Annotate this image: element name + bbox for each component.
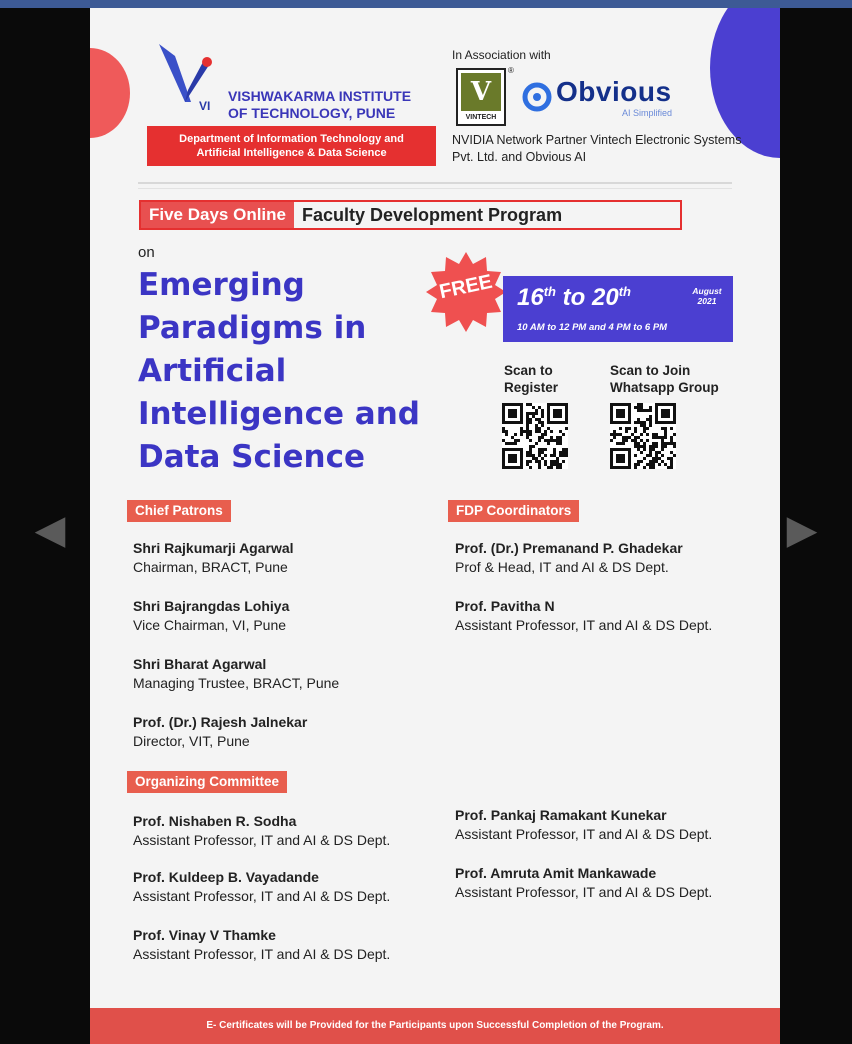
patron-entry: Shri Bharat Agarwal Managing Trustee, BRA… [133,656,340,691]
department-banner: Department of Information Technology and… [147,126,436,166]
date-month-year: August 2021 [692,286,722,306]
event-poster: VI VISHWAKARMA INSTITUTE OF TECHNOLOGY, … [90,8,780,1044]
online-label: Five Days Online [141,202,294,228]
next-image-button[interactable]: ▶ [772,500,832,560]
triangle-left-icon: ◀ [34,508,66,552]
scan-whatsapp-label: Scan to Join Whatsapp Group [610,363,719,395]
committee-entry: Prof. Nishaben R. Sodha Assistant Profess… [133,813,391,848]
vintech-logo: V VINTECH [456,68,506,126]
association-description: NVIDIA Network Partner Vintech Electroni… [452,133,742,164]
program-label: Faculty Development Program [302,204,563,225]
whatsapp-qr-code[interactable] [610,403,676,469]
obvious-logo-text: Obvious [556,76,672,107]
register-qr-code[interactable] [502,403,568,469]
date-box: 16th to 20th August 2021 10 AM to 12 PM … [503,276,733,342]
organizing-committee-label: Organizing Committee [127,771,288,793]
svg-text:VI: VI [199,99,210,113]
institute-logo: VI [159,44,212,113]
on-label: on [138,244,155,261]
patron-entry: Prof. (Dr.) Rajesh Jalnekar Director, VIT… [133,714,308,749]
session-time: 10 AM to 12 PM and 4 PM to 6 PM [517,322,668,333]
obvious-tagline: AI Simplified [622,108,673,118]
registered-mark: ® [508,66,514,75]
decorative-red-blob [90,48,130,138]
institute-name: VISHWAKARMA INSTITUTE OF TECHNOLOGY, PUN… [228,88,412,121]
program-banner: Five Days Online Faculty Development Pro… [139,200,682,230]
chief-patrons-label: Chief Patrons [127,500,231,522]
coordinator-entry: Prof. (Dr.) Premanand P. Ghadekar Prof & … [455,540,683,575]
committee-entry: Prof. Kuldeep B. Vayadande Assistant Prof… [133,869,391,904]
event-title: Emerging Paradigms in Artificial Intelli… [138,267,420,475]
divider [138,182,732,184]
obvious-ai-icon [522,82,552,112]
scan-register-label: Scan to Register [504,363,559,395]
committee-entry: Prof. Amruta Amit Mankawade Assistant Pro… [455,865,713,900]
certificate-footer: E- Certificates will be Provided for the… [90,1008,780,1044]
committee-entry: Prof. Pankaj Ramakant Kunekar Assistant P… [455,807,713,842]
patron-entry: Shri Bajrangdas Lohiya Vice Chairman, VI,… [133,598,290,633]
committee-entry: Prof. Vinay V Thamke Assistant Professor,… [133,927,391,962]
previous-image-button[interactable]: ◀ [20,500,80,560]
date-range: 16th to 20th [517,284,631,311]
association-label: In Association with [452,48,551,62]
viewer-top-bar [0,0,852,8]
triangle-right-icon: ▶ [786,508,818,552]
coordinator-entry: Prof. Pavitha N Assistant Professor, IT a… [455,598,713,633]
patron-entry: Shri Rajkumarji Agarwal Chairman, BRACT, … [133,540,294,575]
divider [138,188,732,189]
fdp-coordinators-label: FDP Coordinators [448,500,580,522]
